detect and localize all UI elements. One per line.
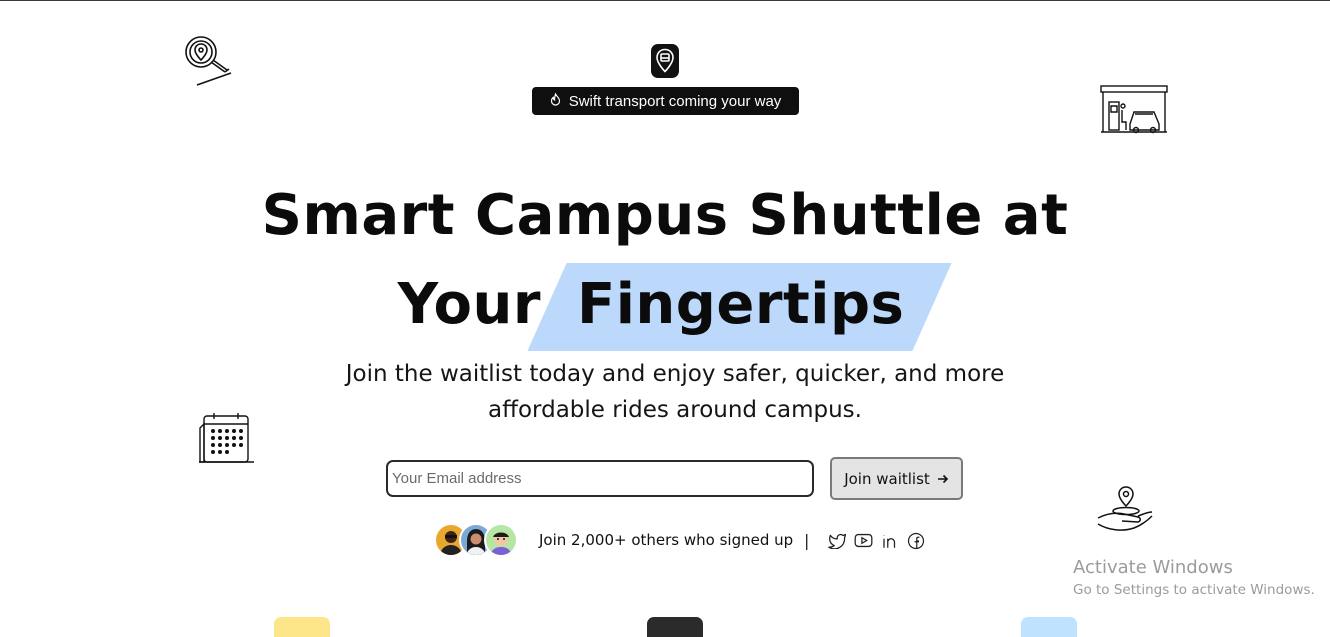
avatar: [484, 523, 518, 557]
hero-title-line2: Your Fingertips: [0, 263, 1330, 351]
twitter-icon[interactable]: [828, 531, 847, 550]
social-links: [828, 531, 925, 550]
badge-text: Swift transport coming your way: [568, 92, 782, 110]
map-pin-bus-icon: [656, 48, 674, 73]
hero-title-plain: Your: [397, 272, 541, 337]
youtube-icon[interactable]: [854, 531, 873, 550]
gas-station-icon: [1100, 85, 1168, 134]
brand-logo[interactable]: [651, 44, 679, 78]
linkedin-icon[interactable]: [880, 531, 899, 550]
fire-icon: [550, 92, 561, 109]
feature-card-blue: [1021, 617, 1077, 637]
announcement-badge: Swift transport coming your way: [532, 87, 799, 115]
activate-windows-subtitle: Go to Settings to activate Windows.: [1073, 582, 1315, 598]
separator: |: [804, 531, 810, 550]
arrow-right-icon: [937, 474, 948, 483]
join-waitlist-button[interactable]: Join waitlist: [830, 457, 963, 500]
hero-title-highlight: Fingertips: [527, 263, 952, 351]
email-input[interactable]: [386, 460, 814, 497]
calendar-icon: [199, 413, 254, 463]
map-search-icon: [185, 36, 232, 86]
hero-title-highlight-text: Fingertips: [576, 272, 905, 337]
top-border: [0, 0, 1330, 1]
hero-subtitle: Join the waitlist today and enjoy safer,…: [345, 361, 1005, 423]
signup-count-text: Join 2,000+ others who signed up: [539, 531, 794, 549]
feature-card-dark: [647, 617, 703, 637]
hero-title-line1: Smart Campus Shuttle at: [261, 183, 1069, 248]
facebook-icon[interactable]: [906, 531, 925, 550]
activate-windows-title: Activate Windows: [1073, 557, 1233, 578]
signup-avatars: [434, 523, 518, 557]
feature-card-yellow: [274, 617, 330, 637]
join-waitlist-label: Join waitlist: [844, 469, 930, 488]
location-hand-icon: [1097, 486, 1153, 531]
